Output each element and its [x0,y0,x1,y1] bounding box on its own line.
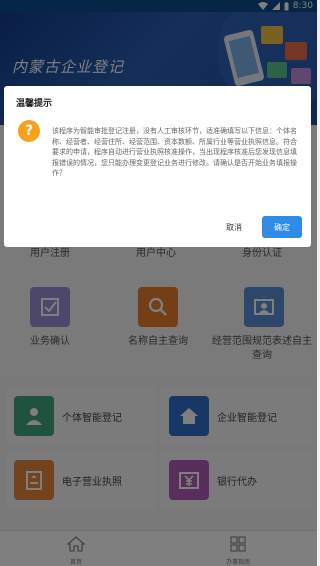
notice-dialog: 温馨提示 ? 该程序为智能审批登记注册，没有人工审核环节，适准确填写以下信息：个… [4,86,311,247]
confirm-button[interactable]: 确定 [262,216,302,238]
dialog-title: 温馨提示 [16,99,53,109]
question-icon: ? [18,120,40,142]
cancel-button[interactable]: 取消 [212,216,256,238]
dialog-message: 该程序为智能审批登记注册，没有人工审核环节，适准确填写以下信息：个体名称、经营者… [52,127,297,177]
modal-overlay[interactable] [0,0,317,566]
